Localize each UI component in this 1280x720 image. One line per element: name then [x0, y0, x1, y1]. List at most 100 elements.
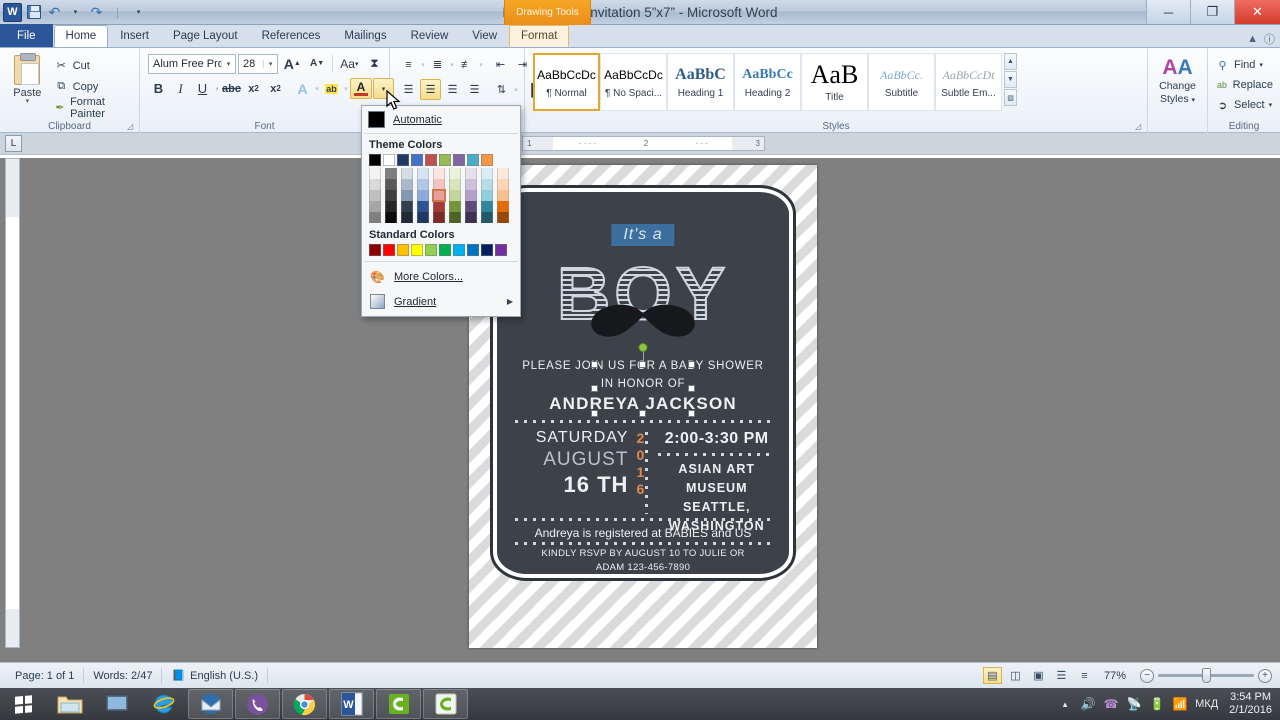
- highlight-dropdown-icon[interactable]: ▾: [343, 78, 349, 99]
- tab-stop-selector[interactable]: L: [5, 135, 22, 152]
- chevron-down-icon[interactable]: ▾: [26, 98, 30, 105]
- tab-format[interactable]: Format: [509, 25, 570, 47]
- taskbar-microsoft-word[interactable]: W: [329, 689, 374, 719]
- standard-color-8[interactable]: [481, 244, 493, 256]
- theme-color-8-4[interactable]: [497, 212, 509, 223]
- theme-color-2-1[interactable]: [401, 179, 413, 190]
- theme-color-5-2[interactable]: [449, 190, 461, 201]
- theme-color-4-2[interactable]: [432, 189, 446, 202]
- shrink-font-icon[interactable]: A ▼: [306, 53, 327, 74]
- select-button[interactable]: ➲ Select ▾: [1212, 95, 1276, 115]
- styles-scroll-up-icon[interactable]: ▲: [1004, 53, 1017, 70]
- theme-color-0-2[interactable]: [369, 190, 381, 201]
- styles-more-icon[interactable]: ▧: [1004, 89, 1017, 106]
- theme-color-3-1[interactable]: [417, 179, 429, 190]
- theme-color-8-3[interactable]: [497, 201, 509, 212]
- standard-color-0[interactable]: [369, 244, 381, 256]
- style-normal[interactable]: AaBbCcDc ¶ Normal: [533, 53, 600, 111]
- style-subtle-emphasis[interactable]: AaBbCcDt Subtle Em...: [935, 53, 1002, 111]
- clear-formatting-icon[interactable]: ⧗: [364, 53, 385, 74]
- theme-color-6-3[interactable]: [465, 201, 477, 212]
- theme-color-4-0[interactable]: [433, 168, 445, 179]
- taskbar-internet-explorer[interactable]: [141, 689, 186, 719]
- numbering-dropdown-icon[interactable]: ▾: [449, 54, 455, 75]
- theme-color-base-5[interactable]: [439, 154, 451, 166]
- theme-color-5-0[interactable]: [449, 168, 461, 179]
- numbering-icon[interactable]: ≣: [427, 54, 448, 75]
- theme-color-5-1[interactable]: [449, 179, 461, 190]
- redo-icon[interactable]: ↷: [87, 3, 106, 22]
- tab-view[interactable]: View: [460, 25, 509, 47]
- tab-page-layout[interactable]: Page Layout: [161, 25, 250, 47]
- theme-color-6-0[interactable]: [465, 168, 477, 179]
- theme-color-4-1[interactable]: [433, 179, 445, 190]
- theme-color-2-0[interactable]: [401, 168, 413, 179]
- cut-button[interactable]: ✂ Cut: [51, 56, 133, 75]
- theme-color-8-2[interactable]: [497, 190, 509, 201]
- tray-language-indicator[interactable]: МКД: [1195, 698, 1218, 710]
- theme-color-3-4[interactable]: [417, 212, 429, 223]
- multilevel-list-icon[interactable]: ≢: [456, 54, 477, 75]
- standard-color-1[interactable]: [383, 244, 395, 256]
- minimize-button[interactable]: ─: [1146, 0, 1190, 24]
- clipboard-dialog-launcher[interactable]: ◿: [127, 122, 136, 131]
- chevron-down-icon[interactable]: ▾: [221, 59, 235, 68]
- word-count[interactable]: Words: 2/47: [84, 667, 163, 684]
- theme-color-4-3[interactable]: [433, 201, 445, 212]
- align-center-icon[interactable]: ☰: [420, 79, 441, 100]
- theme-color-2-2[interactable]: [401, 190, 413, 201]
- theme-color-6-1[interactable]: [465, 179, 477, 190]
- find-button[interactable]: ⚲ Find ▾: [1212, 55, 1276, 75]
- theme-color-base-4[interactable]: [425, 154, 437, 166]
- theme-color-3-0[interactable]: [417, 168, 429, 179]
- zoom-track[interactable]: [1158, 668, 1254, 683]
- taskbar-camtasia-recorder[interactable]: [423, 689, 468, 719]
- signal-icon[interactable]: 📶: [1172, 696, 1188, 712]
- proofing-status[interactable]: 📘 English (U.S.): [162, 667, 268, 684]
- line-spacing-icon[interactable]: ⇅: [491, 79, 512, 100]
- taskbar-google-chrome[interactable]: [282, 689, 327, 719]
- line-spacing-dropdown-icon[interactable]: ▾: [513, 79, 519, 100]
- bold-icon[interactable]: B: [148, 78, 169, 99]
- taskbar-viber[interactable]: [235, 689, 280, 719]
- rotation-handle[interactable]: [638, 343, 648, 352]
- align-right-icon[interactable]: ☰: [442, 79, 463, 100]
- theme-color-6-2[interactable]: [465, 190, 477, 201]
- tab-insert[interactable]: Insert: [108, 25, 161, 47]
- font-name-combo[interactable]: Alum Free Prom ▾: [148, 53, 236, 74]
- theme-color-7-1[interactable]: [481, 179, 493, 190]
- view-draft[interactable]: ≡: [1075, 667, 1094, 684]
- tab-references[interactable]: References: [250, 25, 333, 47]
- restore-button[interactable]: ❐: [1190, 0, 1234, 24]
- help-icon[interactable]: ⓘ: [1264, 31, 1275, 47]
- standard-color-3[interactable]: [411, 244, 423, 256]
- zoom-thumb[interactable]: [1202, 668, 1211, 683]
- theme-color-8-0[interactable]: [497, 168, 509, 179]
- theme-color-7-0[interactable]: [481, 168, 493, 179]
- more-colors-item[interactable]: 🎨 More Colors...: [362, 264, 520, 289]
- italic-icon[interactable]: I: [170, 78, 191, 99]
- undo-icon[interactable]: ↶: [45, 3, 64, 22]
- theme-color-5-4[interactable]: [449, 212, 461, 223]
- theme-color-base-3[interactable]: [411, 154, 423, 166]
- handle-middle-left[interactable]: [591, 385, 598, 392]
- standard-color-5[interactable]: [439, 244, 451, 256]
- tab-mailings[interactable]: Mailings: [332, 25, 398, 47]
- style-no-spacing[interactable]: AaBbCcDc ¶ No Spaci...: [600, 53, 667, 111]
- superscript-icon[interactable]: x2: [265, 78, 286, 99]
- view-print-layout[interactable]: ▤: [982, 667, 1002, 684]
- theme-color-4-4[interactable]: [433, 212, 445, 223]
- taskbar-thunderbird[interactable]: [188, 689, 233, 719]
- grow-font-icon[interactable]: A ▲: [280, 53, 304, 74]
- font-color-dropdown-menu[interactable]: Automatic Theme Colors Standard Colors 🎨…: [361, 105, 521, 317]
- automatic-color-item[interactable]: Automatic: [362, 108, 520, 131]
- theme-color-2-4[interactable]: [401, 212, 413, 223]
- text-effects-dropdown-icon[interactable]: ▾: [314, 78, 320, 99]
- view-web-layout[interactable]: ▣: [1029, 667, 1048, 684]
- text-effects-icon[interactable]: A: [292, 78, 313, 99]
- customize-qat-icon[interactable]: ▾: [129, 3, 148, 22]
- zoom-slider[interactable]: − +: [1140, 668, 1272, 683]
- view-full-screen-reading[interactable]: ◫: [1006, 667, 1025, 684]
- theme-color-base-6[interactable]: [453, 154, 465, 166]
- its-a-textbox[interactable]: It's a: [611, 224, 675, 246]
